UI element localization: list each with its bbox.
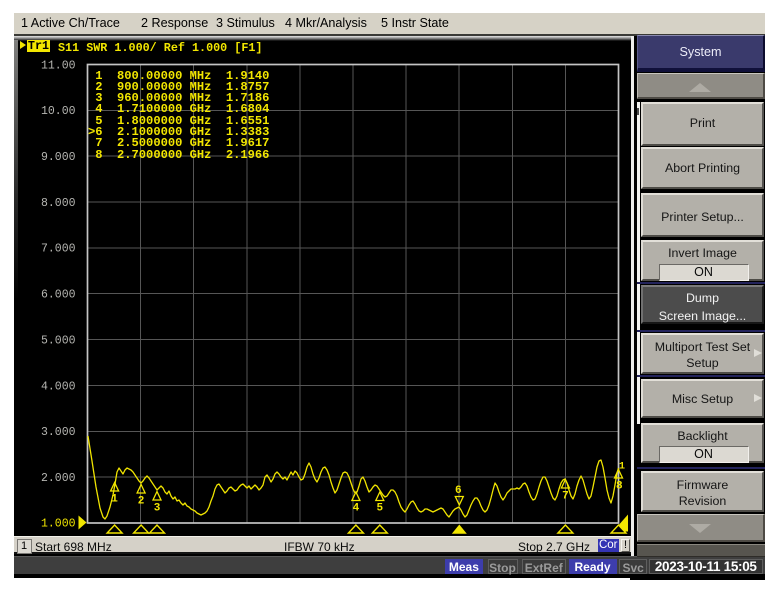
svg-text:1.000: 1.000 [41, 518, 76, 531]
svg-text:2: 2 [138, 496, 145, 508]
svg-text:6: 6 [455, 485, 462, 497]
svg-text:4: 4 [353, 503, 360, 515]
svg-text:1: 1 [619, 462, 625, 473]
svg-text:2.000: 2.000 [41, 472, 76, 485]
svg-text:7.000: 7.000 [41, 243, 76, 256]
svg-text:9.000: 9.000 [41, 151, 76, 164]
svg-text:11.00: 11.00 [41, 59, 76, 72]
svg-text:5: 5 [376, 503, 383, 515]
svg-text:4.000: 4.000 [41, 380, 76, 393]
svg-text:8: 8 [616, 481, 623, 493]
svg-text:7: 7 [562, 491, 569, 503]
svg-text:6.000: 6.000 [41, 289, 76, 302]
svg-text:8.000: 8.000 [41, 197, 76, 210]
svg-text:10.00: 10.00 [41, 105, 76, 118]
svg-text:1: 1 [111, 494, 118, 506]
svg-text:3: 3 [154, 503, 161, 515]
svg-text:5.000: 5.000 [41, 334, 76, 347]
svg-text:3.000: 3.000 [41, 426, 76, 439]
